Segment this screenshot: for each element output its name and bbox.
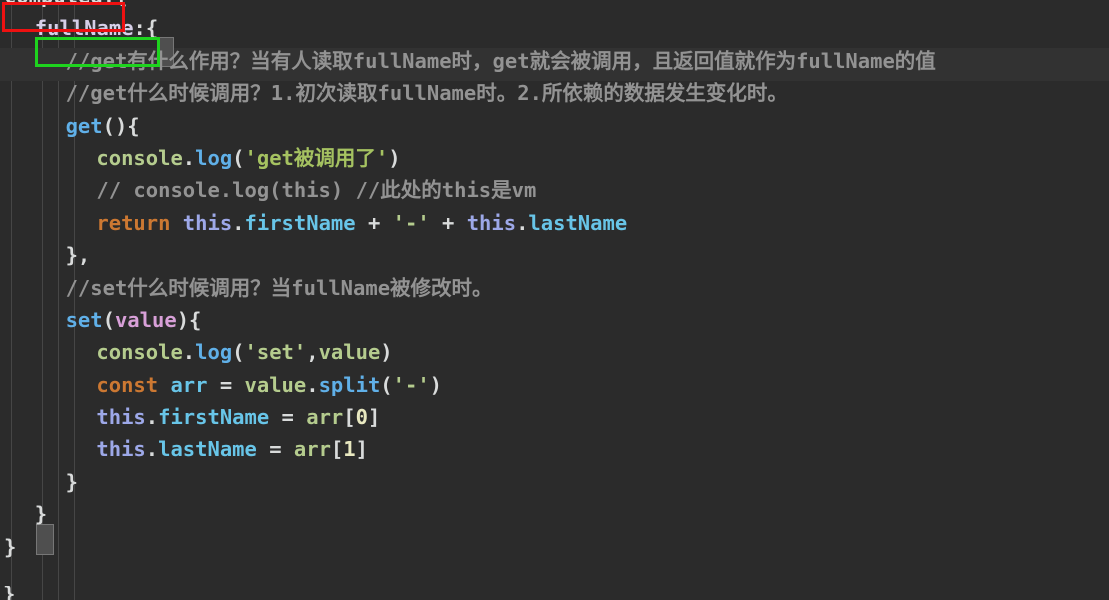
line-const-arr-token-6: split bbox=[318, 372, 381, 397]
line-comment-set-when[interactable]: //set什么时候调用？当fullName被修改时。 bbox=[0, 272, 1109, 304]
line-console-log-get-token-3: ( bbox=[232, 145, 245, 170]
line-return-fullname-token-0: return bbox=[96, 210, 171, 235]
line-comment-get-purpose-token-0: //get有什么作用？当有人读取fullName时，get就会被调用，且返回值就… bbox=[65, 48, 936, 73]
line-assign-lastname-token-0: this bbox=[96, 437, 146, 462]
line-return-fullname-token-1 bbox=[170, 211, 182, 235]
line-comment-get-when-token-0: //get什么时候调用？1.初次读取fullName时。2.所依赖的数据发生变化… bbox=[65, 81, 788, 106]
line-console-log-get-token-2: log bbox=[195, 145, 233, 170]
line-assign-firstname-token-2: firstName bbox=[158, 405, 270, 430]
line-get-open-token-1: (){ bbox=[102, 113, 140, 138]
line-console-log-set-token-0: console bbox=[96, 340, 183, 365]
line-computed-close[interactable]: } bbox=[0, 531, 1109, 563]
line-computed-close-token-0: } bbox=[4, 534, 17, 559]
line-const-arr-token-0: const bbox=[96, 372, 159, 397]
line-const-arr-token-9: ) bbox=[429, 372, 443, 397]
line-const-arr-token-5: . bbox=[306, 372, 319, 397]
line-return-fullname[interactable]: return this.firstName + '-' + this.lastN… bbox=[0, 207, 1109, 239]
line-return-fullname-token-9: . bbox=[516, 210, 529, 235]
line-set-open[interactable]: set(value){ bbox=[0, 304, 1109, 336]
line-return-fullname-token-10: lastName bbox=[528, 210, 628, 235]
line-set-close[interactable]: } bbox=[0, 466, 1109, 498]
line-return-fullname-token-4: firstName bbox=[244, 210, 356, 235]
line-set-open-token-2: value bbox=[114, 307, 177, 332]
line-comment-set-when-token-0: //set什么时候调用？当fullName被修改时。 bbox=[65, 275, 493, 300]
line-console-log-get-token-0: console bbox=[96, 145, 183, 170]
line-set-close-token-0: } bbox=[65, 469, 78, 494]
line-console-log-set-token-2: log bbox=[195, 340, 233, 365]
line-const-arr-token-1 bbox=[158, 373, 170, 397]
line-console-log-set-token-4: 'set' bbox=[244, 340, 307, 365]
line-assign-lastname-token-7: ] bbox=[355, 437, 368, 462]
line-assign-lastname-token-5: [ bbox=[330, 437, 344, 462]
line-const-arr-token-8: '-' bbox=[392, 372, 430, 397]
line-console-log-set-token-3: ( bbox=[232, 340, 245, 365]
line-assign-firstname-token-7: ] bbox=[367, 405, 381, 430]
line-console-log-set-token-7: ) bbox=[380, 340, 393, 365]
line-assign-lastname-token-4: arr bbox=[293, 437, 331, 462]
line-set-open-token-1: ( bbox=[102, 307, 115, 332]
line-const-arr[interactable]: const arr = value.split('-') bbox=[0, 369, 1109, 401]
clipped-line-top: } bbox=[0, 0, 1109, 6]
line-get-close[interactable]: }, bbox=[0, 239, 1109, 271]
line-console-log-set-token-1: . bbox=[182, 340, 196, 365]
line-get-close-token-0: }, bbox=[65, 243, 91, 268]
clipped-glyph-bottom: } bbox=[3, 586, 16, 600]
line-const-arr-token-2: arr bbox=[170, 372, 208, 397]
line-assign-firstname-token-0: this bbox=[96, 405, 146, 430]
line-comment-this-is-vm-token-0: // console.log(this) //此处的this是vm bbox=[96, 178, 537, 203]
line-const-arr-token-7: ( bbox=[380, 372, 393, 397]
line-fullname-token-2: { bbox=[145, 16, 159, 41]
line-assign-firstname-token-3: = bbox=[269, 405, 307, 430]
code-editor-viewport[interactable]: computed:{fullName:{//get有什么作用？当有人读取full… bbox=[0, 0, 1109, 600]
line-assign-firstname[interactable]: this.firstName = arr[0] bbox=[0, 401, 1109, 433]
line-assign-lastname[interactable]: this.lastName = arr[1] bbox=[0, 433, 1109, 465]
line-assign-lastname-token-2: lastName bbox=[158, 437, 257, 462]
code-lines[interactable]: computed:{fullName:{//get有什么作用？当有人读取full… bbox=[0, 0, 1109, 563]
line-comment-get-purpose[interactable]: //get有什么作用？当有人读取fullName时，get就会被调用，且返回值就… bbox=[0, 45, 1109, 77]
line-return-fullname-token-5: + bbox=[355, 210, 393, 235]
line-assign-lastname-token-1: . bbox=[145, 437, 159, 462]
line-fullname[interactable]: fullName:{ bbox=[0, 12, 1109, 44]
line-return-fullname-token-6: '-' bbox=[392, 210, 430, 235]
clipped-line-bottom: } bbox=[0, 586, 1109, 600]
line-get-open-token-0: get bbox=[65, 113, 103, 138]
line-fullname-close[interactable]: } bbox=[0, 498, 1109, 530]
line-console-log-set-token-5: , bbox=[306, 340, 319, 365]
line-return-fullname-token-3: . bbox=[232, 210, 245, 235]
line-fullname-token-1: : bbox=[133, 16, 146, 41]
line-assign-firstname-token-1: . bbox=[145, 405, 159, 430]
line-assign-lastname-token-3: = bbox=[256, 437, 294, 462]
line-return-fullname-token-2: this bbox=[182, 210, 233, 235]
line-console-log-get-token-5: ) bbox=[388, 145, 401, 170]
clipped-glyph-top: } bbox=[14, 0, 26, 6]
line-const-arr-token-4: value bbox=[244, 372, 307, 397]
line-return-fullname-token-7: + bbox=[429, 210, 467, 235]
line-assign-lastname-token-6: 1 bbox=[343, 437, 356, 462]
line-console-log-get[interactable]: console.log('get被调用了') bbox=[0, 142, 1109, 174]
line-get-open[interactable]: get(){ bbox=[0, 110, 1109, 142]
line-set-open-token-0: set bbox=[65, 307, 103, 332]
line-console-log-get-token-4: 'get被调用了' bbox=[244, 145, 389, 170]
line-console-log-set[interactable]: console.log('set',value) bbox=[0, 336, 1109, 368]
line-console-log-set-token-6: value bbox=[318, 340, 381, 365]
line-comment-this-is-vm[interactable]: // console.log(this) //此处的this是vm bbox=[0, 174, 1109, 206]
line-return-fullname-token-8: this bbox=[466, 210, 517, 235]
line-fullname-close-token-0: } bbox=[34, 502, 48, 527]
line-fullname-token-0: fullName bbox=[34, 16, 134, 41]
line-assign-firstname-token-5: [ bbox=[343, 405, 356, 430]
line-console-log-get-token-1: . bbox=[182, 145, 196, 170]
line-const-arr-token-3: = bbox=[207, 372, 245, 397]
line-assign-firstname-token-4: arr bbox=[306, 405, 344, 430]
line-comment-get-when[interactable]: //get什么时候调用？1.初次读取fullName时。2.所依赖的数据发生变化… bbox=[0, 77, 1109, 109]
line-assign-firstname-token-6: 0 bbox=[355, 405, 368, 430]
line-set-open-token-3: ){ bbox=[176, 307, 202, 332]
